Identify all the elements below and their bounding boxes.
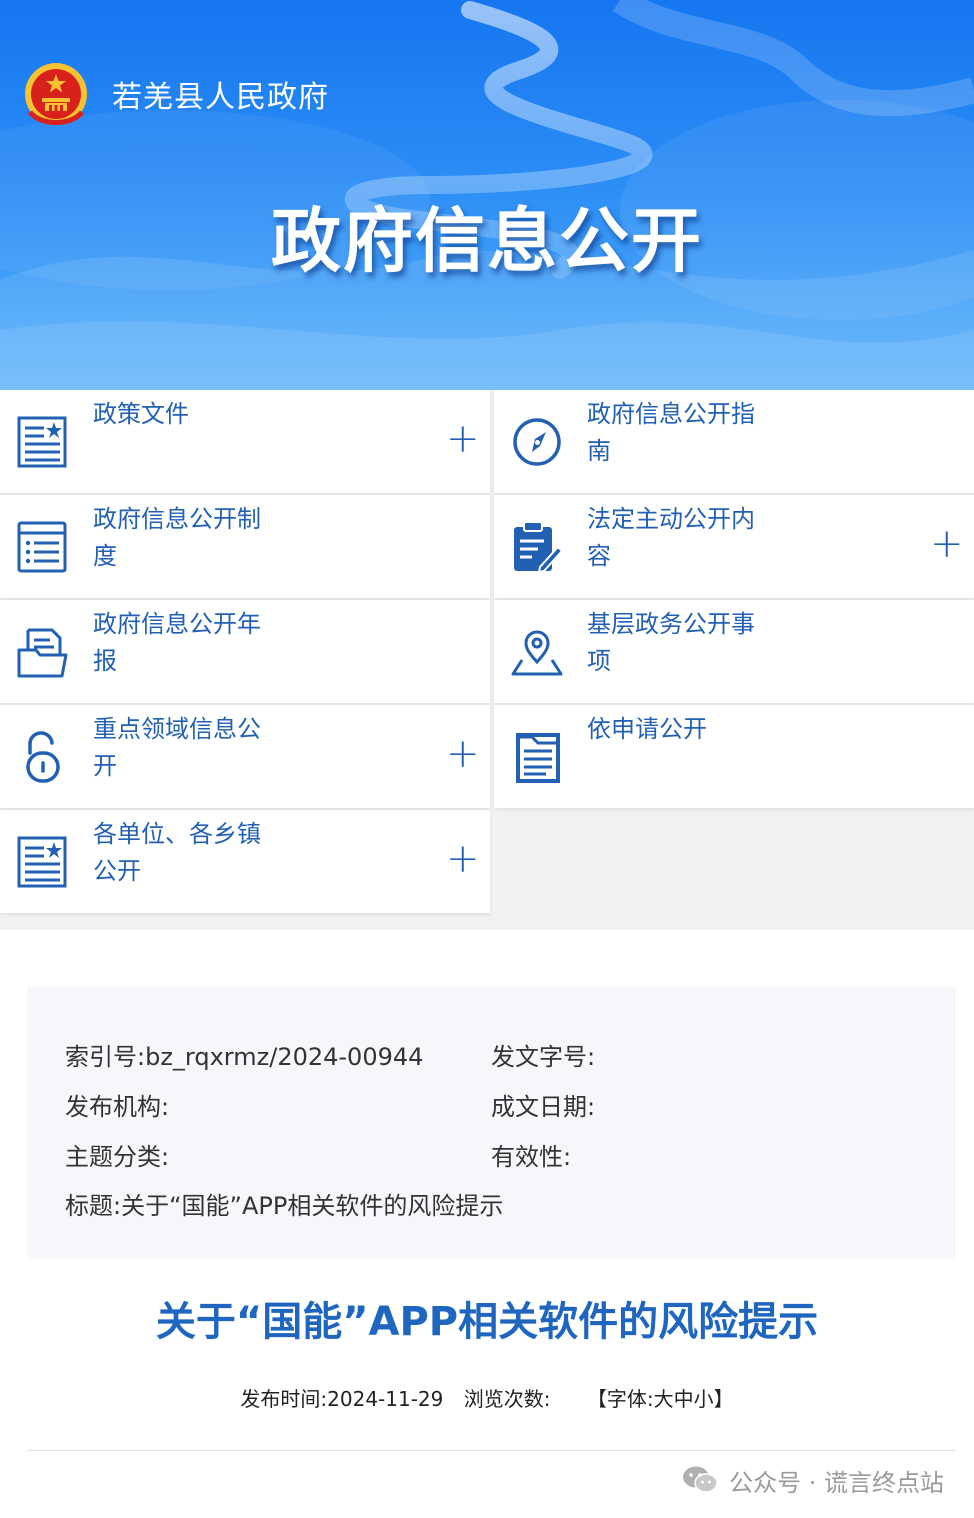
wechat-icon — [683, 1466, 718, 1493]
national-emblem-icon — [25, 63, 87, 125]
article-meta: 发布时间:2024-11-29 浏览次数: 【字体:大中小】 — [0, 1384, 974, 1414]
nav-item-annual-report[interactable]: 政府信息公开年报 — [0, 600, 490, 703]
folder-document-icon — [17, 628, 68, 678]
watermark-text: 公众号 · 谎言终点站 — [729, 1468, 944, 1497]
nav-item-policy-documents[interactable]: 政策文件 + — [0, 390, 490, 493]
government-name: 若羌县人民政府 — [112, 80, 329, 115]
index-number-value: bz_rqxrmz/2024-00944 — [145, 1043, 424, 1071]
list-icon — [17, 521, 67, 573]
nav-item-disclosure-guide[interactable]: 政府信息公开指南 — [494, 390, 974, 493]
compass-icon — [513, 418, 561, 466]
expand-plus-icon[interactable]: + — [446, 839, 480, 879]
nav-item-label: 政府信息公开年报 — [93, 610, 261, 675]
hero-title: 政府信息公开 — [271, 200, 703, 282]
title-field: 标题:关于“国能”APP相关软件的风险提示 — [65, 1192, 504, 1220]
divider — [27, 1450, 956, 1451]
info-disclosure-nav: 政策文件 + 政府信息公开指南 政府信息公开制度 法定主动公开内容 + 政府信息… — [0, 390, 974, 930]
validity-field: 有效性: — [491, 1143, 572, 1171]
views-label: 浏览次数: — [463, 1387, 551, 1411]
policy-document-icon — [17, 416, 67, 468]
watermark: 公众号 · 谎言终点站 — [681, 1462, 944, 1498]
nav-item-disclosure-system[interactable]: 政府信息公开制度 — [0, 495, 490, 598]
nav-item-grassroots-affairs[interactable]: 基层政务公开事项 — [494, 600, 974, 703]
expand-plus-icon[interactable]: + — [446, 734, 480, 774]
nav-item-label: 政策文件 — [93, 400, 189, 428]
nav-item-on-request[interactable]: 依申请公开 — [494, 705, 974, 808]
nav-item-label: 基层政务公开事项 — [587, 610, 755, 675]
nav-item-statutory-content[interactable]: 法定主动公开内容 + — [494, 495, 974, 598]
doc-number-field: 发文字号: — [491, 1043, 596, 1071]
location-map-icon — [511, 630, 563, 676]
header-banner: 若羌县人民政府 政府信息公开 — [0, 0, 974, 390]
publish-label: 发布时间: — [240, 1387, 328, 1411]
topic-field: 主题分类: — [65, 1143, 170, 1171]
policy-document-icon — [17, 836, 67, 888]
nav-item-key-areas[interactable]: 重点领域信息公开 + — [0, 705, 490, 808]
nav-item-units-townships[interactable]: 各单位、各乡镇公开 + — [0, 810, 490, 913]
written-date-field: 成文日期: — [491, 1093, 596, 1121]
expand-plus-icon[interactable]: + — [446, 419, 480, 459]
clipboard-edit-icon — [514, 521, 564, 574]
unlock-icon — [26, 731, 60, 783]
nav-item-label: 政府信息公开指南 — [587, 400, 755, 465]
font-size-large-button[interactable]: 大 — [654, 1387, 674, 1411]
banner-background — [0, 0, 974, 390]
nav-item-label: 法定主动公开内容 — [587, 505, 755, 570]
nav-item-label: 各单位、各乡镇公开 — [93, 820, 261, 885]
font-size-open: 【字体: — [586, 1387, 654, 1411]
font-size-close: 】 — [713, 1387, 734, 1411]
application-form-icon — [516, 733, 560, 783]
index-number-field: 索引号:bz_rqxrmz/2024-00944 — [65, 1043, 424, 1071]
title-value: 关于“国能”APP相关软件的风险提示 — [121, 1192, 504, 1220]
nav-item-label: 依申请公开 — [587, 715, 707, 743]
font-size-medium-button[interactable]: 中 — [674, 1387, 694, 1411]
publish-date: 2024-11-29 — [327, 1387, 444, 1411]
font-size-small-button[interactable]: 小 — [694, 1387, 714, 1411]
issuer-field: 发布机构: — [65, 1093, 170, 1121]
article-title: 关于“国能”APP相关软件的风险提示 — [155, 1299, 819, 1345]
nav-item-label: 政府信息公开制度 — [93, 505, 261, 570]
expand-plus-icon[interactable]: + — [930, 524, 964, 564]
document-info-box: 索引号:bz_rqxrmz/2024-00944 发文字号: 发布机构: 成文日… — [27, 987, 956, 1259]
nav-item-label: 重点领域信息公开 — [93, 715, 261, 780]
